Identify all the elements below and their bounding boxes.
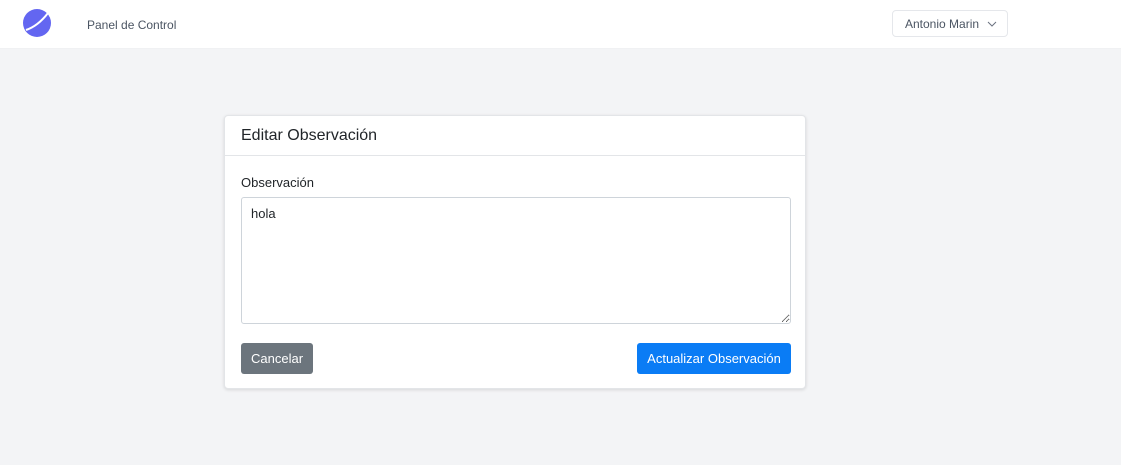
top-navbar: Panel de Control Antonio Marin xyxy=(0,0,1121,49)
nav-link-dashboard[interactable]: Panel de Control xyxy=(87,17,176,33)
observation-textarea[interactable]: hola xyxy=(241,197,791,324)
user-menu-dropdown[interactable]: Antonio Marin xyxy=(892,10,1008,37)
chevron-down-icon xyxy=(987,21,997,27)
update-observation-button[interactable]: Actualizar Observación xyxy=(637,343,791,374)
edit-observation-card: Editar Observación Observación hola Canc… xyxy=(224,115,806,389)
user-name: Antonio Marin xyxy=(905,16,980,31)
card-title: Editar Observación xyxy=(241,127,378,144)
logo-icon[interactable] xyxy=(22,8,52,38)
observation-label: Observación xyxy=(241,175,314,190)
cancel-button[interactable]: Cancelar xyxy=(241,343,313,374)
card-header: Editar Observación xyxy=(225,116,805,156)
